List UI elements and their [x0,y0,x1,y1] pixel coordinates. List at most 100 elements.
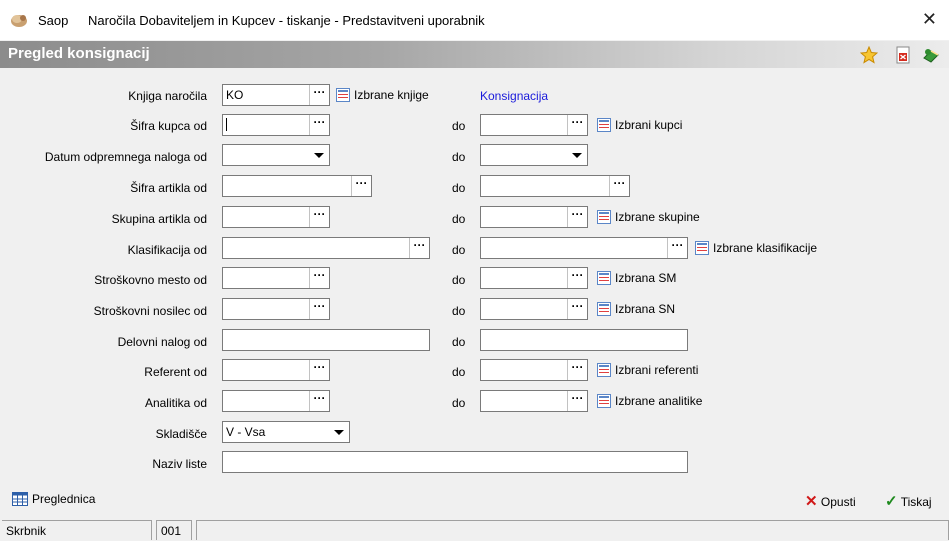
sn-to-lookup-button[interactable]: ··· [567,299,587,319]
status-code: 001 [156,520,192,540]
izbrane-knjige-link[interactable]: Izbrane knjige [336,88,429,102]
sn-from-input[interactable]: ··· [222,298,330,320]
help-book-icon[interactable] [922,46,940,64]
app-name: Saop [38,13,69,28]
analitika-from-input[interactable]: ··· [222,390,330,412]
sifra-kupca-to-input[interactable]: ··· [480,114,588,136]
analitika-label: Analitika od [144,396,207,410]
knjiga-input[interactable]: KO ··· [222,84,330,106]
sifra-artikla-label: Šifra artikla od [130,181,207,195]
referent-from-lookup-button[interactable]: ··· [309,360,329,380]
do-label: do [452,150,466,164]
skupina-label: Skupina artikla od [111,212,207,226]
sm-to-input[interactable]: ··· [480,267,588,289]
list-select-icon [597,363,611,377]
page-title: Pregled konsignacij [8,45,150,62]
skladisce-dropdown[interactable]: V - Vsa [222,421,350,443]
klasifikacija-to-lookup-button[interactable]: ··· [667,238,687,258]
do-label: do [452,365,466,379]
status-user: Skrbnik [2,520,152,540]
delovni-from-input[interactable] [222,329,430,351]
chevron-down-icon[interactable] [567,145,587,165]
skupina-to-lookup-button[interactable]: ··· [567,207,587,227]
status-empty [196,520,949,540]
klasifikacija-to-input[interactable]: ··· [480,237,688,259]
do-label: do [452,396,466,410]
sn-from-lookup-button[interactable]: ··· [309,299,329,319]
klasifikacija-label: Klasifikacija od [127,243,207,257]
referent-to-lookup-button[interactable]: ··· [567,360,587,380]
izbrani-kupci-link[interactable]: Izbrani kupci [597,118,682,132]
sifra-kupca-from-lookup-button[interactable]: ··· [309,115,329,135]
list-select-icon [597,271,611,285]
do-label: do [452,212,466,226]
sifra-kupca-to-lookup-button[interactable]: ··· [567,115,587,135]
naziv-input[interactable] [222,451,688,473]
sifra-kupca-label: Šifra kupca od [130,119,207,133]
izbrane-skupine-link[interactable]: Izbrane skupine [597,210,700,224]
sifra-artikla-to-lookup-button[interactable]: ··· [609,176,629,196]
app-logo-icon [11,15,27,27]
delovni-to-input[interactable] [480,329,688,351]
datum-label: Datum odpremnega naloga od [44,150,207,164]
title-bar: Saop Naročila Dobaviteljem in Kupcev - t… [0,0,949,40]
list-select-icon [695,241,709,255]
referent-to-input[interactable]: ··· [480,359,588,381]
list-select-icon [597,302,611,316]
skupina-from-input[interactable]: ··· [222,206,330,228]
preglednica-button[interactable]: Preglednica [12,492,95,506]
datum-from-dropdown[interactable] [222,144,330,166]
do-label: do [452,181,466,195]
skupina-from-lookup-button[interactable]: ··· [309,207,329,227]
datum-to-dropdown[interactable] [480,144,588,166]
sn-to-input[interactable]: ··· [480,298,588,320]
list-select-icon [597,118,611,132]
izbrani-referenti-link[interactable]: Izbrani referenti [597,363,698,377]
klasifikacija-from-input[interactable]: ··· [222,237,430,259]
sifra-artikla-from-lookup-button[interactable]: ··· [351,176,371,196]
status-bar: Skrbnik 001 [0,515,949,541]
skupina-to-input[interactable]: ··· [480,206,588,228]
sm-to-lookup-button[interactable]: ··· [567,268,587,288]
sifra-artikla-to-input[interactable]: ··· [480,175,630,197]
skladisce-label: Skladišče [155,427,207,441]
do-label: do [452,335,466,349]
do-label: do [452,119,466,133]
sn-label: Stroškovni nosilec od [93,304,207,318]
checkmark-icon: ✓ [885,493,898,510]
pdf-document-icon[interactable] [894,46,912,64]
sifra-kupca-from-input[interactable]: ··· [222,114,330,136]
tiskaj-button[interactable]: ✓ Tiskaj [885,492,932,510]
klasifikacija-from-lookup-button[interactable]: ··· [409,238,429,258]
delovni-label: Delovni nalog od [117,335,207,349]
izbrane-analitike-link[interactable]: Izbrane analitike [597,394,702,408]
izbrane-klasifikacije-link[interactable]: Izbrane klasifikacije [695,241,817,255]
close-icon[interactable]: ✕ [922,9,937,29]
table-grid-icon [12,492,28,506]
opusti-button[interactable]: ✕ Opusti [805,492,856,510]
do-label: do [452,273,466,287]
sm-from-input[interactable]: ··· [222,267,330,289]
knjiga-lookup-button[interactable]: ··· [309,85,329,105]
analitika-to-lookup-button[interactable]: ··· [567,391,587,411]
close-icon: ✕ [805,493,818,510]
knjiga-info-text: Konsignacija [480,89,549,103]
referent-from-input[interactable]: ··· [222,359,330,381]
list-select-icon [336,88,350,102]
action-bar: Preglednica ✕ Opusti ✓ Tiskaj [0,482,949,512]
do-label: do [452,243,466,257]
sm-label: Stroškovno mesto od [94,273,207,287]
chevron-down-icon[interactable] [309,145,329,165]
referent-label: Referent od [144,365,207,379]
naziv-label: Naziv liste [152,457,207,471]
window-title: Naročila Dobaviteljem in Kupcev - tiskan… [88,13,485,28]
izbrana-sn-link[interactable]: Izbrana SN [597,302,675,316]
analitika-to-input[interactable]: ··· [480,390,588,412]
sifra-artikla-from-input[interactable]: ··· [222,175,372,197]
list-select-icon [597,210,611,224]
analitika-from-lookup-button[interactable]: ··· [309,391,329,411]
chevron-down-icon[interactable] [329,422,349,442]
izbrana-sm-link[interactable]: Izbrana SM [597,271,676,285]
favorite-star-icon[interactable] [860,46,878,64]
sm-from-lookup-button[interactable]: ··· [309,268,329,288]
